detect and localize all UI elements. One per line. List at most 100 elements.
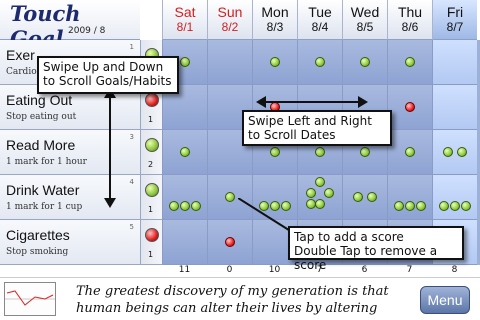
score-cell[interactable] <box>297 40 342 85</box>
score-dot-icon <box>439 201 449 211</box>
score-cell[interactable] <box>432 130 477 175</box>
goal-index: 3 <box>129 133 134 141</box>
goal-name: Eating Out <box>6 92 73 108</box>
day-header-tue[interactable]: Tue 8/4 <box>297 0 342 40</box>
score-cell[interactable] <box>252 40 297 85</box>
score-dot-icon <box>353 192 363 202</box>
day-header-wed[interactable]: Wed 8/5 <box>342 0 387 40</box>
day-name: Thu <box>397 4 423 20</box>
day-name: Wed <box>350 4 380 20</box>
day-total: 11 <box>178 265 191 275</box>
goal-description: Cardio <box>6 67 37 77</box>
goal-name: Read More <box>6 137 76 153</box>
goal-description: Stop smoking <box>6 247 69 257</box>
trend-thumbnail[interactable] <box>4 282 56 316</box>
score-dot-icon <box>405 147 415 157</box>
goal-name: Cigarettes <box>6 227 70 243</box>
score-cell[interactable] <box>387 130 432 175</box>
day-total: 7 <box>406 265 413 275</box>
callout-scroll-dates: Swipe Left and Right to Scroll Dates <box>242 110 392 146</box>
score-dot-icon <box>461 201 471 211</box>
score-dot-icon <box>367 192 377 202</box>
score-dot-icon <box>191 201 201 211</box>
goal-status-cell: 1 <box>140 175 162 220</box>
goal-description: 1 mark for 1 hour <box>6 157 87 167</box>
score-dot-icon <box>306 199 316 209</box>
day-date: 8/1 <box>176 20 194 34</box>
score-dot-icon <box>315 199 325 209</box>
day-total: 0 <box>226 265 233 275</box>
callout-score: Tap to add a score Double Tap to remove … <box>288 226 464 272</box>
day-name: Tue <box>308 4 332 20</box>
tap-pointer-line <box>238 198 293 233</box>
score-dot-icon <box>315 147 325 157</box>
score-cell[interactable] <box>297 175 342 220</box>
goal-index: 1 <box>129 43 134 51</box>
score-dot-icon <box>394 201 404 211</box>
day-date: 8/4 <box>311 20 329 34</box>
score-cell[interactable] <box>162 220 207 265</box>
day-total: 6 <box>361 265 368 275</box>
footer: The greatest discovery of my generation … <box>0 277 480 320</box>
score-dot-icon <box>225 192 235 202</box>
status-led-icon <box>145 228 159 242</box>
day-name: Sun <box>217 4 243 20</box>
score-cell[interactable] <box>432 85 477 130</box>
day-name: Sat <box>174 4 196 20</box>
goal-status-cell: 2 <box>140 130 162 175</box>
day-header-mon[interactable]: Mon 8/3 <box>252 0 297 40</box>
score-dot-icon <box>225 237 235 247</box>
score-dot-icon <box>306 188 316 198</box>
score-dot-icon <box>457 147 467 157</box>
goal-index: 5 <box>129 223 134 231</box>
score-dot-icon <box>405 57 415 67</box>
score-cell[interactable] <box>432 175 477 220</box>
day-date: 8/5 <box>356 20 374 34</box>
month-label: 2009 / 8 <box>68 26 106 36</box>
goal-count: 1 <box>148 115 154 124</box>
goal-description: 1 mark for 1 cup <box>6 202 83 212</box>
score-cell[interactable] <box>387 85 432 130</box>
goal-index: 4 <box>129 178 134 186</box>
score-dot-icon <box>180 201 190 211</box>
day-total: 10 <box>268 265 281 275</box>
score-cell[interactable] <box>342 175 387 220</box>
score-dot-icon <box>324 188 334 198</box>
score-dot-icon <box>405 102 415 112</box>
day-date: 8/3 <box>266 20 284 34</box>
quote-text: The greatest discovery of my generation … <box>76 284 389 316</box>
day-header-fri[interactable]: Fri 8/7 <box>432 0 477 40</box>
score-dot-icon <box>270 147 280 157</box>
status-led-icon <box>145 183 159 197</box>
day-date: 8/6 <box>401 20 419 34</box>
score-dot-icon <box>405 201 415 211</box>
score-dot-icon <box>180 147 190 157</box>
score-cell[interactable] <box>432 40 477 85</box>
goal-status-cell: 1 <box>140 220 162 265</box>
day-total: 8 <box>451 265 458 275</box>
score-dot-icon <box>450 201 460 211</box>
score-dot-icon <box>270 57 280 67</box>
score-cell[interactable] <box>342 40 387 85</box>
score-cell[interactable] <box>387 175 432 220</box>
score-cell[interactable] <box>207 40 252 85</box>
vertical-scroll-arrow-icon <box>104 88 116 208</box>
day-date: 8/7 <box>446 20 464 34</box>
goal-description: Stop eating out <box>6 112 77 122</box>
day-header-sat[interactable]: Sat 8/1 <box>162 0 207 40</box>
score-cell[interactable] <box>162 175 207 220</box>
goal-count: 1 <box>148 205 154 214</box>
score-cell[interactable] <box>162 130 207 175</box>
callout-scroll-goals: Swipe Up and Down to Scroll Goals/Habits <box>37 56 179 94</box>
goal-row[interactable]: Cigarettes Stop smoking 5 <box>0 220 140 265</box>
score-dot-icon <box>180 57 190 67</box>
day-date: 8/2 <box>221 20 239 34</box>
goal-name: Drink Water <box>6 182 80 198</box>
day-header-sun[interactable]: Sun 8/2 <box>207 0 252 40</box>
day-header-thu[interactable]: Thu 8/6 <box>387 0 432 40</box>
goal-count: 1 <box>148 250 154 259</box>
score-cell[interactable] <box>387 40 432 85</box>
day-name: Fri <box>446 4 464 20</box>
menu-button[interactable]: Menu <box>420 286 470 314</box>
day-name: Mon <box>261 4 289 20</box>
